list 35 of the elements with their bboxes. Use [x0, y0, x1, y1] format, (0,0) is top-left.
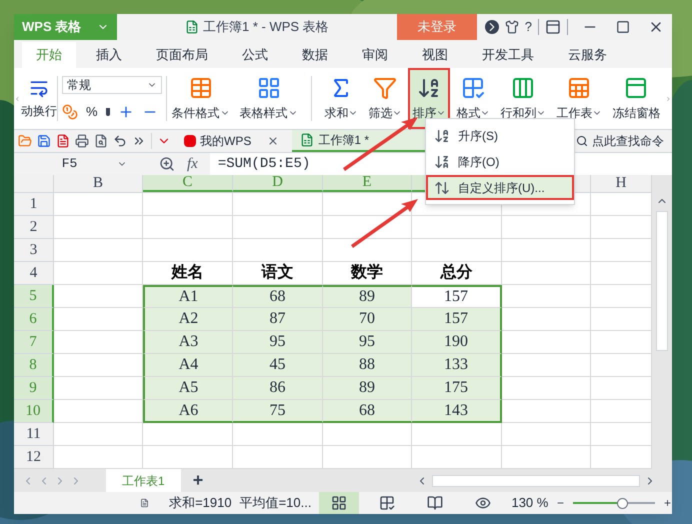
- table-cell: 45: [233, 354, 323, 377]
- table-cell: 总分: [412, 262, 502, 285]
- table-cell: 数学: [323, 262, 412, 285]
- table-cell: 95: [323, 331, 412, 354]
- table-cell: 95: [233, 331, 323, 354]
- table-cell: 70: [323, 308, 412, 331]
- average-reading: 平均值=10...: [240, 494, 312, 512]
- table-cell: 89: [323, 377, 412, 400]
- table-cell: 86: [233, 377, 323, 400]
- table-cell: A2: [143, 308, 233, 331]
- table-cell: 87: [233, 308, 323, 331]
- table-cell: 157: [412, 285, 502, 308]
- table-cell: 姓名: [143, 262, 233, 285]
- app-name: WPS 表格: [22, 18, 82, 36]
- table-cell: 68: [233, 285, 323, 308]
- table-cell: A4: [143, 354, 233, 377]
- table-cell: 88: [323, 354, 412, 377]
- table-cell: 89: [323, 285, 412, 308]
- table-cell: A5: [143, 377, 233, 400]
- zoom-reading: 130 %: [511, 494, 548, 512]
- sum-reading: 求和=1910: [169, 494, 232, 512]
- table-cell: 68: [323, 400, 412, 423]
- window-title: 工作簿1 * - WPS 表格: [203, 18, 329, 36]
- table-cell: 190: [412, 331, 502, 354]
- table-cell: A3: [143, 331, 233, 354]
- table-cell: A6: [143, 400, 233, 423]
- table-cell: 语文: [233, 262, 323, 285]
- table-cell: 133: [412, 354, 502, 377]
- document-tab-label: 工作簿1 *: [318, 132, 370, 149]
- table-cell: 143: [412, 400, 502, 423]
- table-cell: 75: [233, 400, 323, 423]
- document-tab-label: 我的WPS: [200, 133, 252, 150]
- table-cell: A1: [143, 285, 233, 308]
- table-cell: 175: [412, 377, 502, 400]
- table-cell: 157: [412, 308, 502, 331]
